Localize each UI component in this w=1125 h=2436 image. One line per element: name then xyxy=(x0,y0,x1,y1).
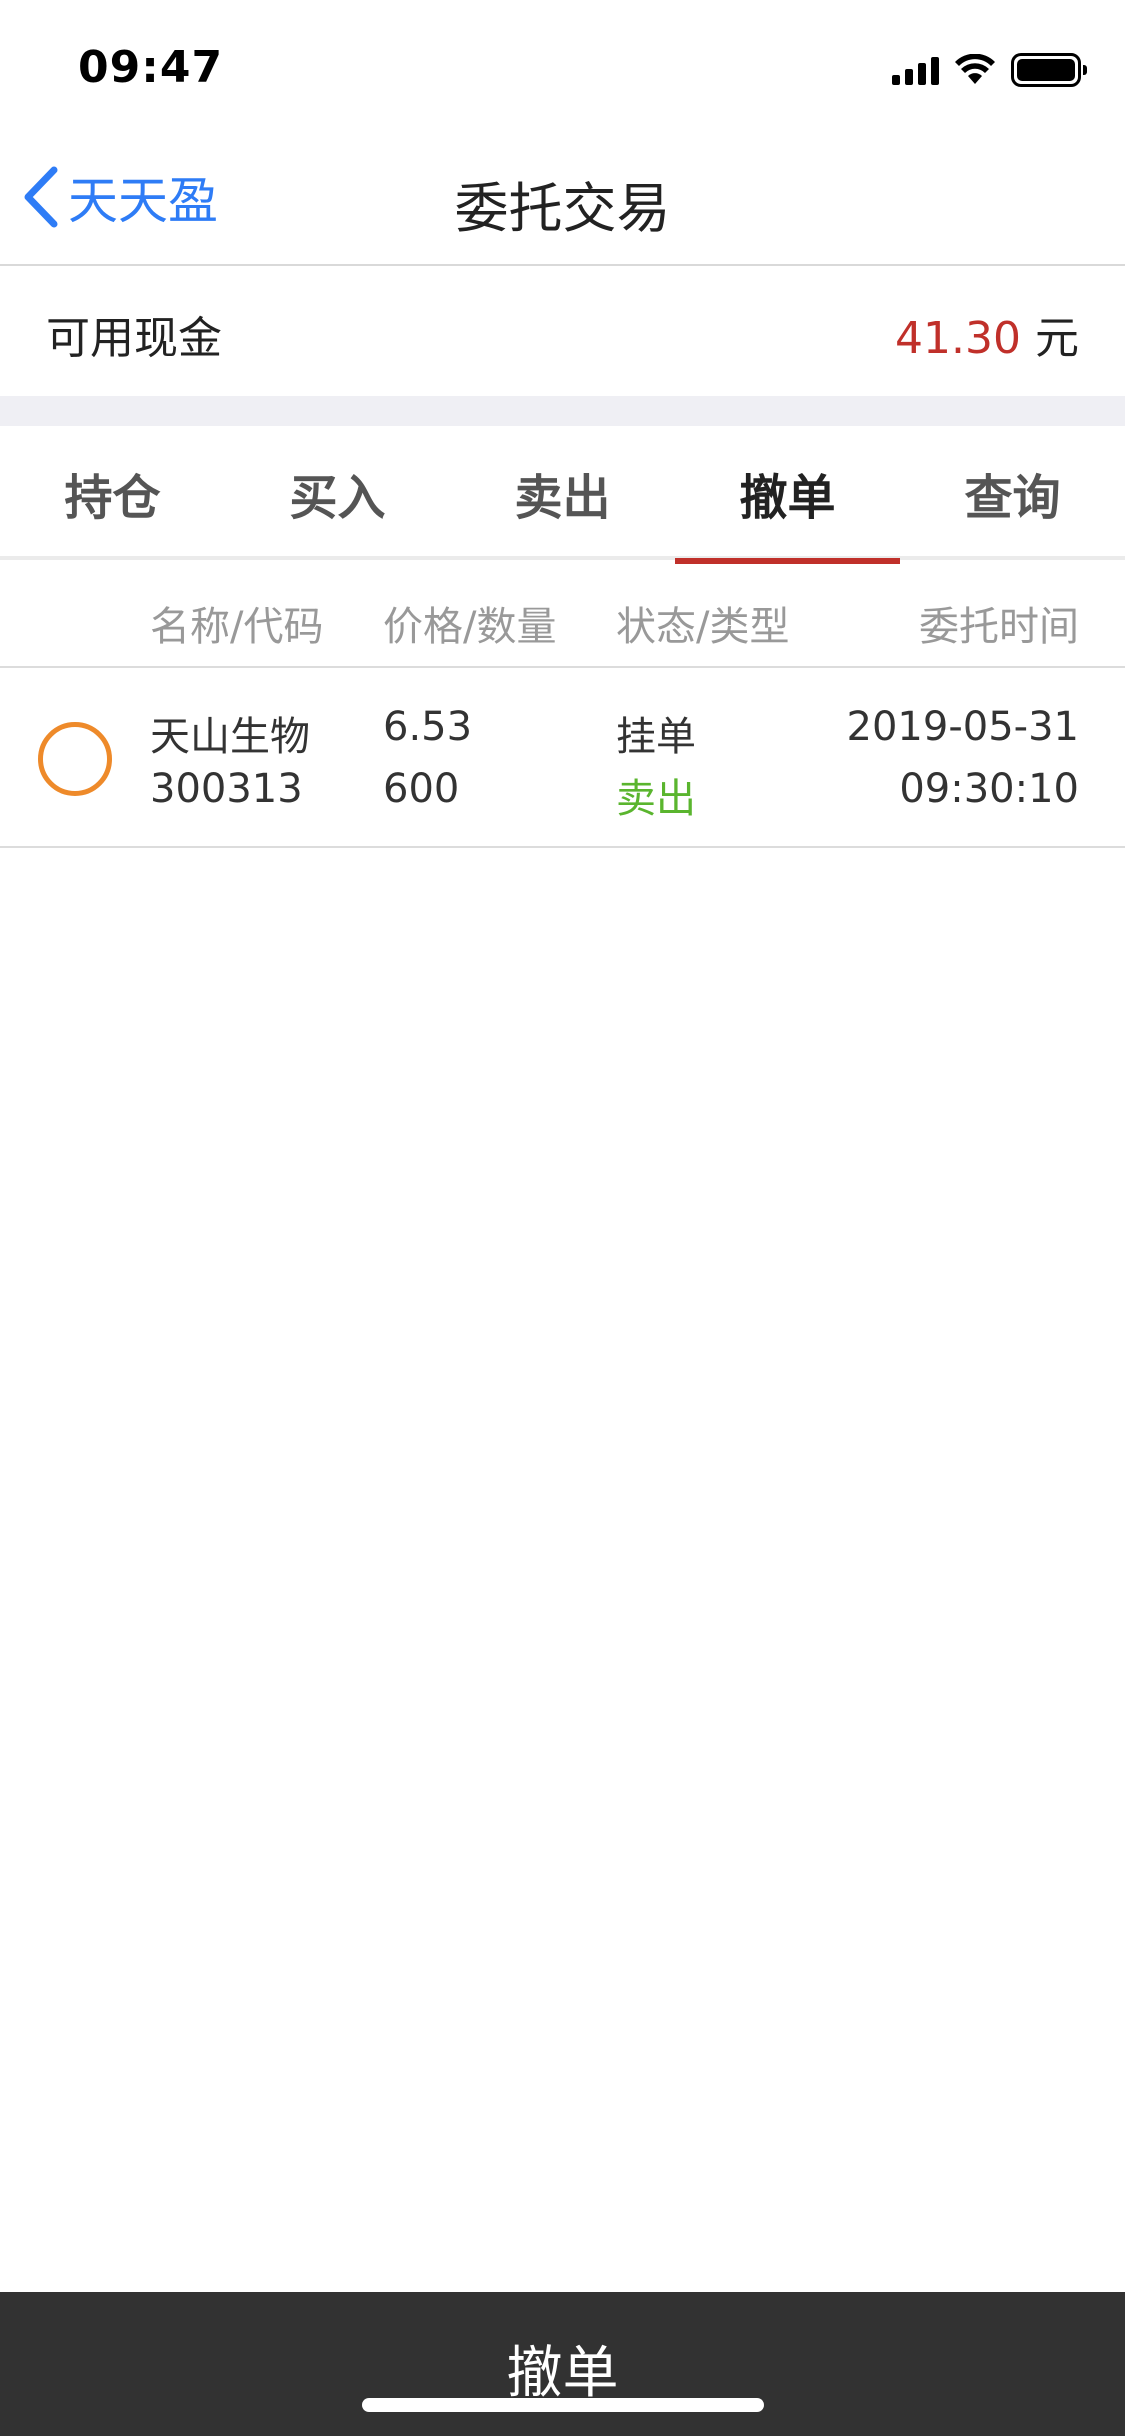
cash-amount: 41.30 xyxy=(895,313,1021,364)
stock-code: 300313 xyxy=(150,766,303,812)
cash-unit: 元 xyxy=(1035,313,1079,364)
available-cash-row: 可用现金 41.30 元 xyxy=(0,268,1125,396)
table-header: 名称/代码 价格/数量 状态/类型 委托时间 xyxy=(0,564,1125,668)
trade-tabs: 持仓 买入 卖出 撤单 查询 xyxy=(0,426,1125,564)
tab-cancel-order[interactable]: 撤单 xyxy=(675,426,900,564)
column-header-time: 委托时间 xyxy=(919,604,1079,650)
status-time: 09:47 xyxy=(78,42,224,93)
cancel-order-button[interactable]: 撤单 xyxy=(0,2292,1125,2436)
cellular-signal-icon xyxy=(892,55,939,85)
order-quantity: 600 xyxy=(383,766,460,812)
order-time: 09:30:10 xyxy=(899,766,1079,812)
table-row[interactable]: 天山生物 300313 6.53 600 挂单 卖出 2019-05-31 09… xyxy=(0,670,1125,848)
wifi-icon xyxy=(955,54,995,84)
column-header-status-type: 状态/类型 xyxy=(616,604,790,650)
select-radio[interactable] xyxy=(38,722,112,796)
status-bar: 09:47 xyxy=(0,0,1125,132)
order-price: 6.53 xyxy=(383,704,473,750)
cash-value: 41.30 元 xyxy=(895,302,1079,366)
section-divider xyxy=(0,396,1125,426)
battery-icon xyxy=(1011,53,1087,87)
status-icons xyxy=(892,50,1087,90)
tab-sell[interactable]: 卖出 xyxy=(450,426,675,560)
tab-buy[interactable]: 买入 xyxy=(225,426,450,560)
order-date: 2019-05-31 xyxy=(846,704,1079,750)
page-title: 委托交易 xyxy=(454,177,671,240)
cash-label: 可用现金 xyxy=(46,313,222,364)
tab-query[interactable]: 查询 xyxy=(900,426,1125,560)
order-status: 挂单 xyxy=(616,714,696,760)
nav-bar: 天天盈 委托交易 xyxy=(0,132,1125,266)
order-type: 卖出 xyxy=(616,776,696,822)
tab-holdings[interactable]: 持仓 xyxy=(0,426,225,560)
column-header-price-qty: 价格/数量 xyxy=(383,604,557,650)
home-indicator xyxy=(362,2398,764,2412)
cancel-order-label: 撤单 xyxy=(506,2341,619,2406)
column-header-name-code: 名称/代码 xyxy=(150,604,324,650)
stock-name: 天山生物 xyxy=(150,714,310,760)
